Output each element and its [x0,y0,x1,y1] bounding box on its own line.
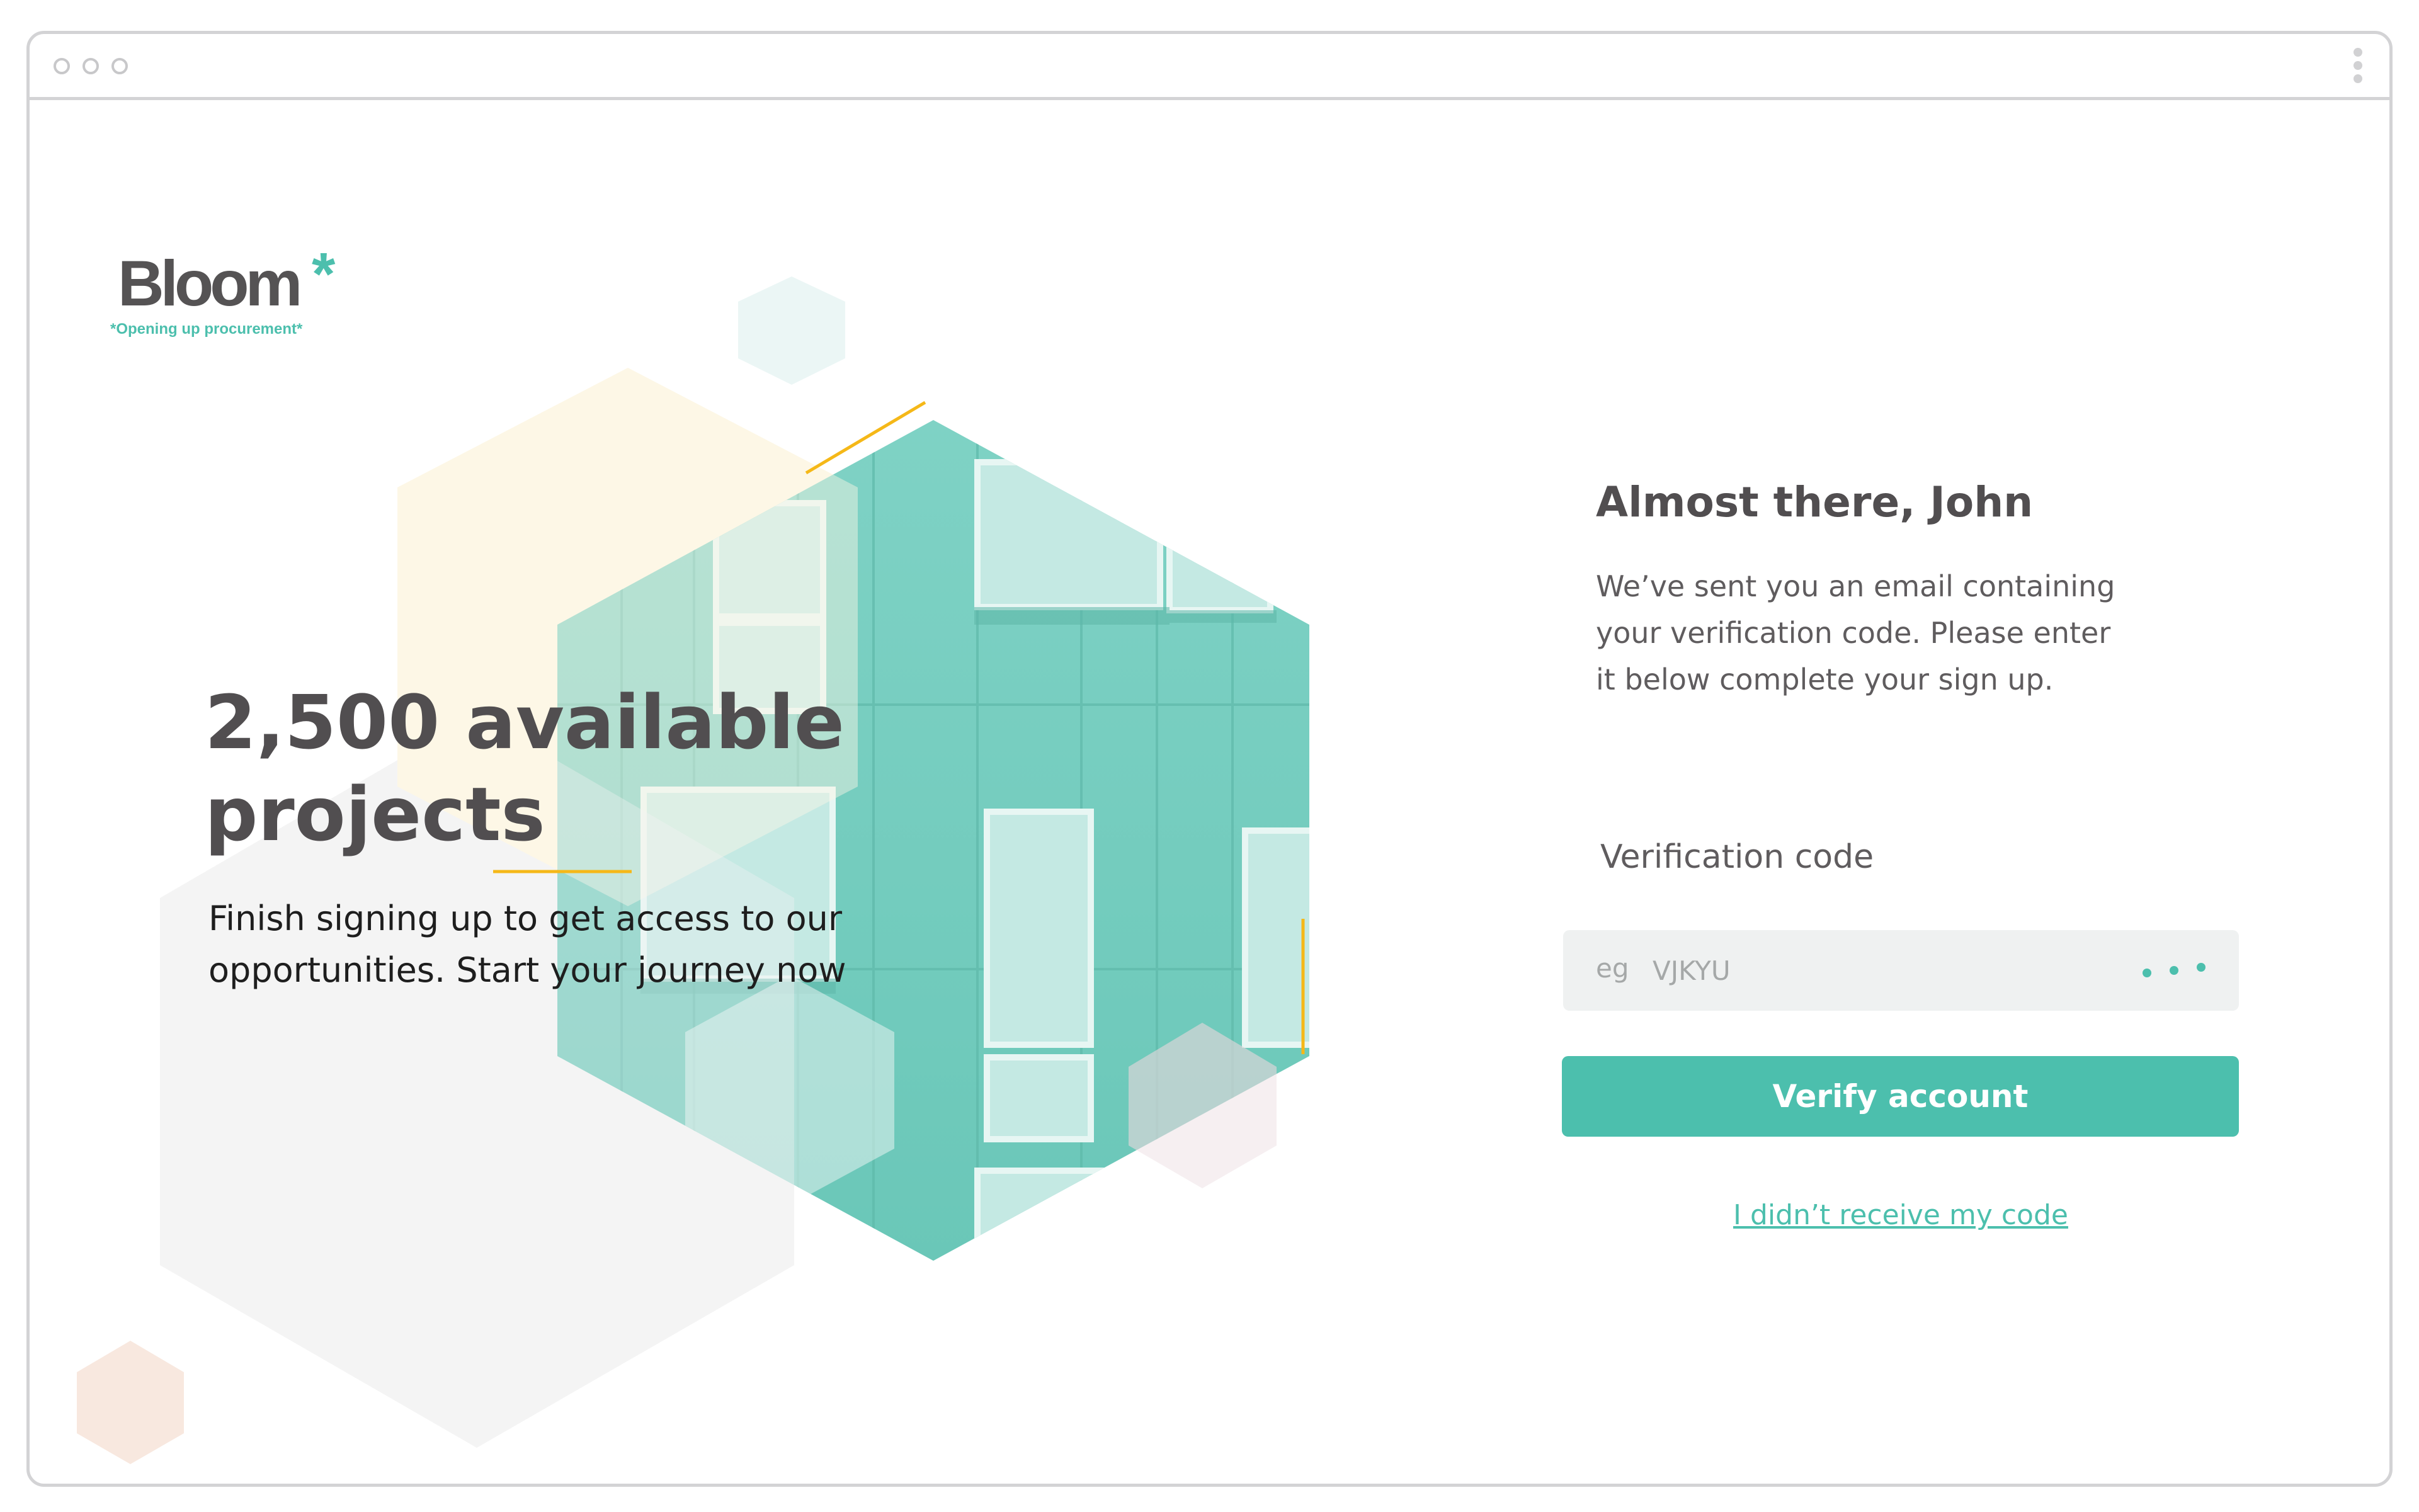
hero-subtext: Finish signing up to get access to our o… [208,893,939,996]
hero-subtext-line2: opportunities. Start your journey now [208,950,846,990]
logo-tagline: *Opening up procurement* [110,321,303,338]
hero-headline-line2: projects [205,771,545,858]
verification-code-field[interactable]: eg [1563,930,2239,1011]
verify-account-button[interactable]: Verify account [1562,1056,2239,1137]
panel-instructions-line1: We’ve sent you an email containing [1596,569,2115,603]
dots-icon [2143,963,2206,977]
kebab-menu-icon[interactable] [2352,48,2364,88]
verification-code-input[interactable] [1651,941,2095,999]
hero-headline: 2,500 available projects [205,676,897,860]
panel-instructions: We’ve sent you an email containing your … [1596,563,2150,703]
logo-asterisk: * [312,241,336,308]
peach-hexagon [77,1341,184,1464]
panel-title: Almost there, John [1596,478,2034,526]
hero-subtext-line1: Finish signing up to get access to our [208,899,843,938]
panel-instructions-line3: it below complete your sign up. [1596,662,2054,696]
small-teal-hexagon [738,276,845,385]
resend-code-link[interactable]: I didn’t receive my code [1667,1199,2134,1231]
browser-window: Bloom * *Opening up procurement* 2,500 a… [26,31,2393,1487]
window-maximize-control[interactable] [111,58,128,74]
window-close-control[interactable] [54,58,70,74]
bloom-logo[interactable]: Bloom * *Opening up procurement* [110,241,335,338]
logo-wordmark: Bloom [118,247,302,319]
verification-code-prefix: eg [1596,953,1629,984]
panel-instructions-line2: your verification code. Please enter [1596,616,2111,650]
window-minimize-control[interactable] [83,58,99,74]
hero-headline-line1: 2,500 available [205,679,845,766]
verification-code-label: Verification code [1600,838,1874,876]
window-titlebar [30,34,2389,100]
signup-verification-page: Bloom * *Opening up procurement* 2,500 a… [30,100,2389,1484]
